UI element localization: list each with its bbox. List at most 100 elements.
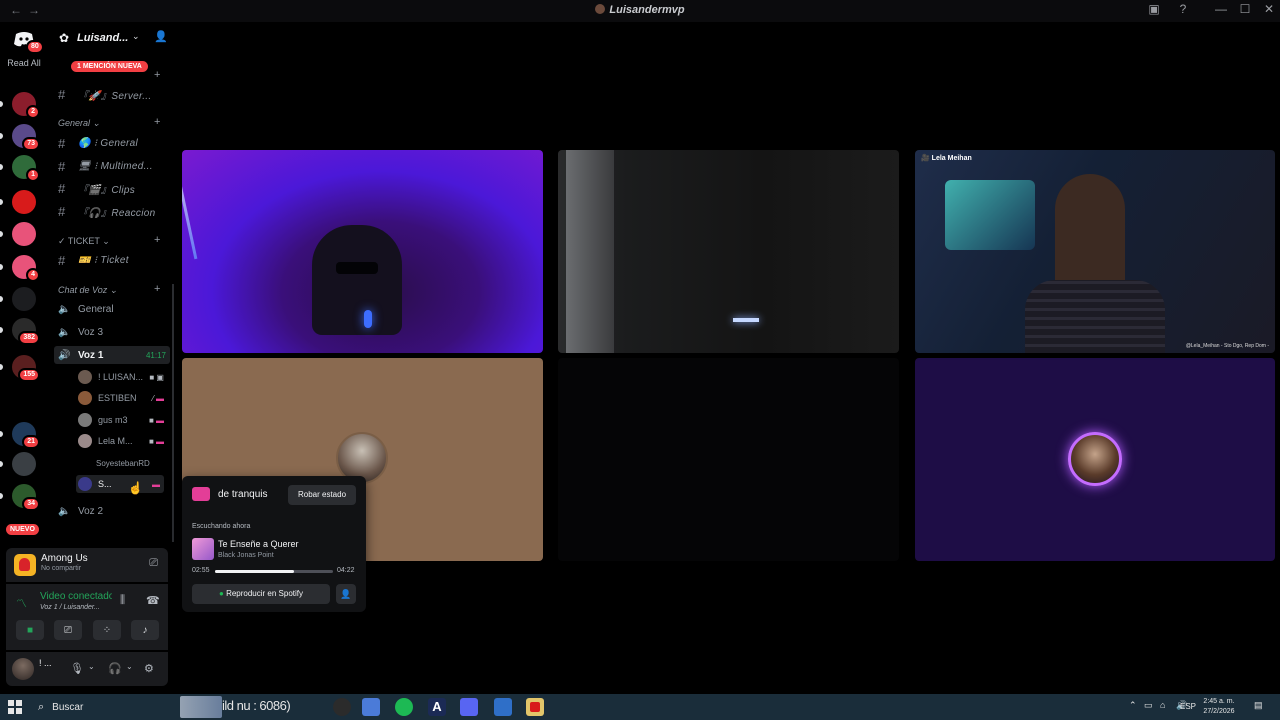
close-button[interactable]: ✕ [1259, 2, 1279, 16]
add-channel-icon[interactable]: + [154, 234, 160, 246]
video-tile-luisander[interactable] [182, 150, 543, 353]
server-icon[interactable]: 34 [12, 484, 40, 511]
scrollbar[interactable] [172, 284, 174, 542]
mention-banner[interactable]: 1 MENCIÓN NUEVA [71, 61, 148, 72]
channel-item-clips[interactable]: # 『🎬』Clips [58, 179, 170, 197]
sweater [1025, 280, 1165, 353]
voice-user[interactable]: gus m3 ■ ▬ [78, 411, 168, 429]
video-tile-avatar-purple[interactable] [915, 358, 1275, 561]
voice-channel-voz3[interactable]: 🔈 Voz 3 [58, 323, 170, 341]
voice-user[interactable]: Lela M... ■ ▬ [78, 432, 168, 450]
voice-user-hovered[interactable]: S... ▬ [76, 475, 164, 493]
tray-chevron-icon[interactable]: ⌃ [1129, 700, 1137, 711]
channel-item-ticket[interactable]: # 🎫 ⁝ Ticket [58, 251, 170, 269]
invite-people-icon[interactable]: 👤 [154, 30, 168, 43]
activity-popout: de tranquis Robar estado Escuchando ahor… [182, 476, 366, 612]
server-header[interactable]: ✿ Luisand... ⌄ 👤 [48, 22, 174, 54]
server-icon[interactable] [12, 452, 36, 476]
chevron-down-icon[interactable]: ⌄ [88, 662, 95, 671]
soundboard-button[interactable]: ♪ [131, 620, 159, 640]
noise-suppression-icon[interactable]: ⫼ [120, 594, 125, 607]
signal-icon[interactable]: 〽 [16, 595, 27, 611]
activities-button[interactable]: ⁘ [93, 620, 121, 640]
server-icon[interactable]: 4 [12, 255, 40, 282]
server-icon[interactable] [12, 222, 36, 246]
camera-button[interactable]: ■ [16, 620, 44, 640]
unread-badge: 73 [22, 137, 40, 151]
forward-arrow-icon[interactable]: → [28, 3, 40, 17]
screen-share-button[interactable]: ⎚ [54, 620, 82, 640]
song-artist[interactable]: Black Jonas Point [218, 552, 274, 559]
avatar[interactable] [12, 658, 34, 680]
inbox-icon[interactable]: ▣ [1144, 2, 1164, 16]
read-all-button[interactable]: Read All [0, 58, 48, 68]
channel-item-general[interactable]: # 🌎 ⁝ General [58, 134, 170, 152]
app-window-icon[interactable] [494, 698, 512, 716]
channel-item-reaccion[interactable]: # 『🎧』Reaccion [58, 202, 170, 220]
chrome-icon[interactable] [333, 698, 351, 716]
category-ticket[interactable]: ✓ TICKET ⌄ [58, 236, 110, 247]
listen-along-icon[interactable]: 👤 [336, 584, 356, 604]
voice-channel-voz1[interactable]: 🔊 Voz 1 41:17 [54, 346, 170, 364]
headphones-icon[interactable]: 🎧 [108, 662, 122, 675]
steal-status-button[interactable]: Robar estado [288, 485, 356, 505]
app-a-icon[interactable]: A [428, 698, 446, 716]
user-name[interactable]: ! ... [39, 658, 52, 668]
settings-gear-icon[interactable]: ⚙ [144, 662, 154, 675]
voice-channel-general[interactable]: 🔈 General [58, 300, 170, 318]
light-glow [364, 310, 372, 328]
disconnect-icon[interactable]: ☎ [146, 594, 160, 607]
add-channel-icon[interactable]: + [154, 116, 160, 128]
add-channel-icon[interactable]: + [154, 69, 160, 81]
widget-thumbnail[interactable] [180, 696, 222, 718]
voice-status[interactable]: Video conectado [40, 591, 112, 602]
voice-channel-link[interactable]: Voz 1 / Luisander... [40, 604, 100, 611]
video-tile-empty[interactable] [558, 358, 899, 561]
voice-channel-voz2[interactable]: 🔈 Voz 2 [58, 502, 170, 520]
song-title[interactable]: Te Enseñe a Querer [218, 539, 299, 549]
category-voice[interactable]: Chat de Voz ⌄ [58, 285, 117, 296]
play-on-spotify-button[interactable]: ● Reproducir en Spotify [192, 584, 330, 604]
store-icon[interactable] [362, 698, 380, 716]
direct-messages-button[interactable]: 80 [12, 30, 44, 54]
network-icon[interactable]: ⌂ [1160, 700, 1165, 710]
microphone-icon[interactable]: 🎙 [70, 662, 84, 675]
language-indicator[interactable]: ESP [1180, 702, 1196, 711]
server-icon[interactable]: 73 [12, 124, 40, 151]
chevron-down-icon[interactable]: ⌄ [126, 662, 133, 671]
voice-user[interactable]: ! LUISAN... ■ ▣ [78, 368, 168, 386]
windows-start-icon[interactable] [8, 700, 22, 714]
help-icon[interactable]: ? [1173, 2, 1193, 16]
stream-game-icon[interactable]: ⎚ [149, 557, 158, 570]
activity-panel[interactable]: Among Us No compartir ⎚ [6, 548, 168, 582]
avatar [78, 434, 92, 448]
avatar [78, 477, 92, 491]
notifications-icon[interactable]: ▤ [1254, 700, 1263, 711]
server-icon[interactable]: 155 [12, 355, 40, 382]
video-tile-room[interactable] [558, 150, 899, 353]
album-art[interactable] [192, 538, 214, 560]
maximize-button[interactable]: ☐ [1235, 2, 1255, 16]
add-channel-icon[interactable]: + [154, 283, 160, 295]
channel-item-server[interactable]: # 『🚀』Server... [58, 85, 170, 103]
taskbar-search[interactable]: ⌕ Buscar [36, 696, 184, 718]
clock[interactable]: 2:45 a. m. 27/2/2026 [1196, 697, 1242, 717]
server-avatar [12, 452, 36, 476]
video-tile-lela[interactable]: 🎥 Lela Meihan @Lela_Meihan - Sto Dgo, Re… [915, 150, 1275, 353]
app-red-icon[interactable] [526, 698, 544, 716]
avatar [78, 370, 92, 384]
discord-taskbar-icon[interactable] [460, 698, 478, 716]
channel-item-multimedia[interactable]: # 🖥 ⁝ Multimed... [58, 157, 170, 175]
server-icon[interactable]: 1 [12, 155, 40, 182]
server-icon[interactable]: 2 [12, 92, 40, 119]
category-general[interactable]: General ⌄ [58, 118, 100, 129]
server-icon[interactable] [12, 287, 36, 311]
spotify-taskbar-icon[interactable] [395, 698, 413, 716]
tray-app-icon[interactable]: ▭ [1144, 700, 1153, 711]
server-icon[interactable]: 21 [12, 422, 40, 449]
server-icon[interactable] [12, 190, 36, 214]
minimize-button[interactable]: — [1211, 2, 1231, 16]
back-arrow-icon[interactable]: ← [10, 3, 22, 17]
server-icon[interactable]: 382 [12, 318, 40, 345]
voice-user[interactable]: ESTIBEN ⁄ ▬ [78, 389, 168, 407]
